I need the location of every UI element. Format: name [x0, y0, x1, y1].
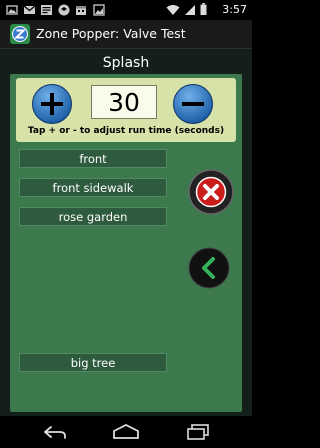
signal-icon — [185, 5, 195, 15]
timer-box: 30 Tap + or - to adjust run time (second… — [16, 78, 236, 142]
battery-icon — [200, 3, 207, 15]
news-icon — [41, 5, 52, 15]
wifi-icon — [166, 5, 180, 15]
navigation-bar — [0, 416, 252, 448]
close-icon — [188, 169, 234, 215]
status-bar: 3:57 — [0, 0, 252, 20]
back-arrow-icon[interactable] — [42, 424, 68, 440]
zone-panel: 30 Tap + or - to adjust run time (second… — [10, 74, 242, 412]
home-icon[interactable] — [112, 424, 140, 440]
app-title: Zone Popper: Valve Test — [36, 26, 186, 41]
dropbox-icon — [58, 4, 70, 16]
minus-button[interactable] — [173, 84, 213, 124]
gmail-icon — [23, 5, 36, 14]
minus-icon — [182, 102, 204, 106]
recent-apps-icon[interactable] — [186, 424, 210, 440]
zone-button-front-sidewalk[interactable]: front sidewalk — [19, 178, 167, 197]
zone-button-big-tree[interactable]: big tree — [19, 353, 167, 372]
zone-button-rose-garden[interactable]: rose garden — [19, 207, 167, 226]
status-time: 3:57 — [222, 3, 247, 16]
main-content: Splash 30 Tap + or - to adjust run time … — [0, 49, 252, 416]
calendar-icon — [76, 6, 86, 15]
image-icon — [93, 4, 105, 16]
run-time-value: 30 — [91, 85, 157, 119]
run-time-hint: Tap + or - to adjust run time (seconds) — [27, 126, 225, 136]
action-bar: Zone Popper: Valve Test — [0, 20, 252, 49]
close-button[interactable] — [188, 169, 234, 215]
plus-icon — [41, 93, 63, 115]
page-title: Splash — [102, 55, 150, 71]
chevron-left-icon — [188, 247, 230, 289]
photo-icon — [6, 5, 18, 15]
z-app-icon[interactable] — [10, 24, 30, 44]
plus-button[interactable] — [32, 84, 72, 124]
back-button[interactable] — [188, 247, 230, 289]
zone-button-front[interactable]: front — [19, 149, 167, 168]
